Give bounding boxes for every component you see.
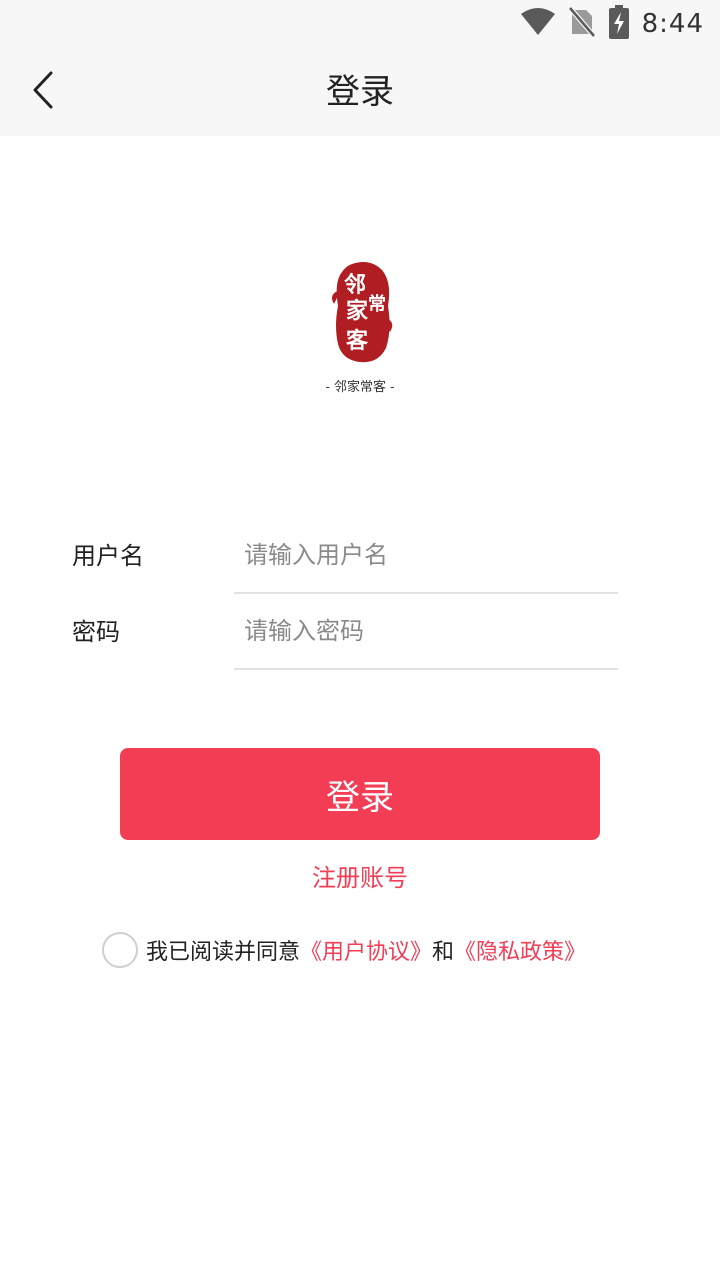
- wifi-icon: [520, 7, 556, 41]
- username-row: 用户名: [72, 518, 618, 594]
- agreement-checkbox[interactable]: [102, 932, 138, 968]
- status-icons: 8:44: [520, 5, 704, 43]
- chevron-left-icon: [31, 70, 57, 114]
- svg-text:家: 家: [346, 298, 369, 324]
- register-link[interactable]: 注册账号: [0, 858, 720, 898]
- svg-text:常: 常: [368, 293, 386, 315]
- status-bar: 8:44: [0, 0, 720, 48]
- logo-caption: - 邻家常客 -: [325, 380, 395, 395]
- agreement-row: 我已阅读并同意 《用户协议》 和 《隐私政策》: [102, 930, 586, 970]
- svg-text:邻: 邻: [344, 272, 366, 298]
- back-button[interactable]: [20, 68, 68, 116]
- agreement-conjunction: 和: [432, 940, 455, 965]
- agreement-prefix: 我已阅读并同意: [146, 940, 301, 965]
- username-input[interactable]: [234, 518, 618, 594]
- login-button[interactable]: 登录: [120, 748, 600, 840]
- no-sim-icon: [567, 6, 596, 42]
- status-time: 8:44: [641, 9, 704, 39]
- user-agreement-link[interactable]: 《用户协议》: [300, 934, 432, 966]
- nav-bar: 登录: [0, 48, 720, 136]
- page-title: 登录: [326, 72, 394, 112]
- username-label: 用户名: [72, 542, 144, 570]
- svg-text:客: 客: [346, 328, 369, 354]
- password-input[interactable]: [234, 594, 618, 670]
- privacy-policy-link[interactable]: 《隐私政策》: [454, 934, 586, 966]
- password-label: 密码: [72, 618, 120, 646]
- app-logo: 邻 家 常 客 - 邻家常客 -: [300, 256, 420, 396]
- seal-logo-graphic: 邻 家 常 客: [332, 262, 393, 363]
- battery-charging-icon: [608, 5, 630, 43]
- password-row: 密码: [72, 594, 618, 670]
